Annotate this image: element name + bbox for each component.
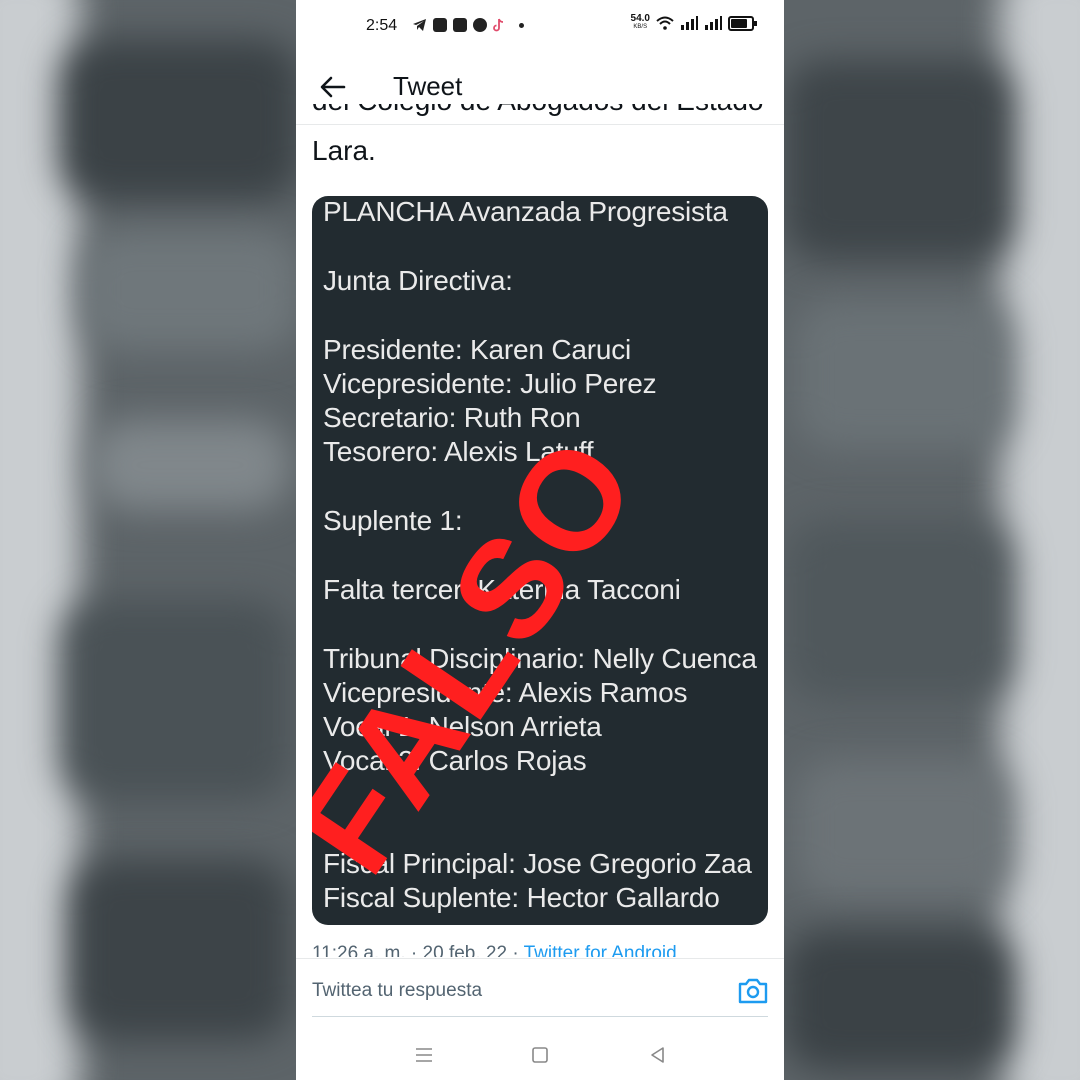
tweet-timestamp: 11:26 a. m. · 20 feb. 22 · [312,943,524,957]
network-speed-unit: KB/S [633,24,648,30]
tiktok-icon [493,18,504,32]
notification-icons [412,18,524,32]
instagram-icon [453,18,467,32]
signal-icon [681,16,698,30]
back-arrow-icon[interactable] [318,72,348,102]
telegram-icon [413,19,426,31]
image-text-line: Suplente 1: [323,505,463,536]
blurred-backdrop-left [0,0,296,1080]
tweet-text-cut-line: del Colegio de Abogados del Estado [312,104,772,126]
status-bar: 2:54 54.0 KB/S [296,0,784,52]
signal-icon [705,16,722,30]
blurred-backdrop-right [784,0,1080,1080]
battery-icon [728,15,757,31]
image-text-line: Junta Directiva: [323,265,513,296]
reply-divider [296,958,784,959]
phone-screen: 2:54 54.0 KB/S Tweet Lara. PLANCHA Avanz… [296,0,784,1080]
tweet-text: Lara. [312,135,376,166]
image-text-line: PLANCHA Avanzada Progresista [323,196,728,227]
navigation-bar [296,1030,784,1080]
notification-dot-icon [519,22,524,28]
reply-underline [312,1016,768,1017]
system-icons: 54.0 KB/S [631,14,757,32]
tweet-image[interactable]: PLANCHA Avanzada Progresista Junta Direc… [312,196,768,925]
header-divider [296,124,784,125]
network-speed: 54.0 KB/S [631,14,650,32]
image-text-line: Vicepresidente: Julio Perez [323,368,657,399]
camera-icon[interactable] [736,976,770,1006]
tweet-source-link[interactable]: Twitter for Android [524,943,677,957]
image-text-line: Presidente: Karen Caruci [323,334,632,365]
back-triangle-icon[interactable] [646,1044,670,1066]
home-square-icon[interactable] [528,1044,552,1066]
wifi-icon [656,16,674,30]
tweet-meta: 11:26 a. m. · 20 feb. 22 · Twitter for A… [312,941,772,957]
tweet-text-partial: del Colegio de Abogados del Estado [312,104,763,116]
facebook-icon [473,18,487,32]
app-icon [433,18,447,32]
reply-input[interactable]: Twittea tu respuesta [312,980,482,1002]
menu-icon[interactable] [412,1044,436,1066]
page-title: Tweet [393,71,463,101]
status-time: 2:54 [366,17,398,34]
